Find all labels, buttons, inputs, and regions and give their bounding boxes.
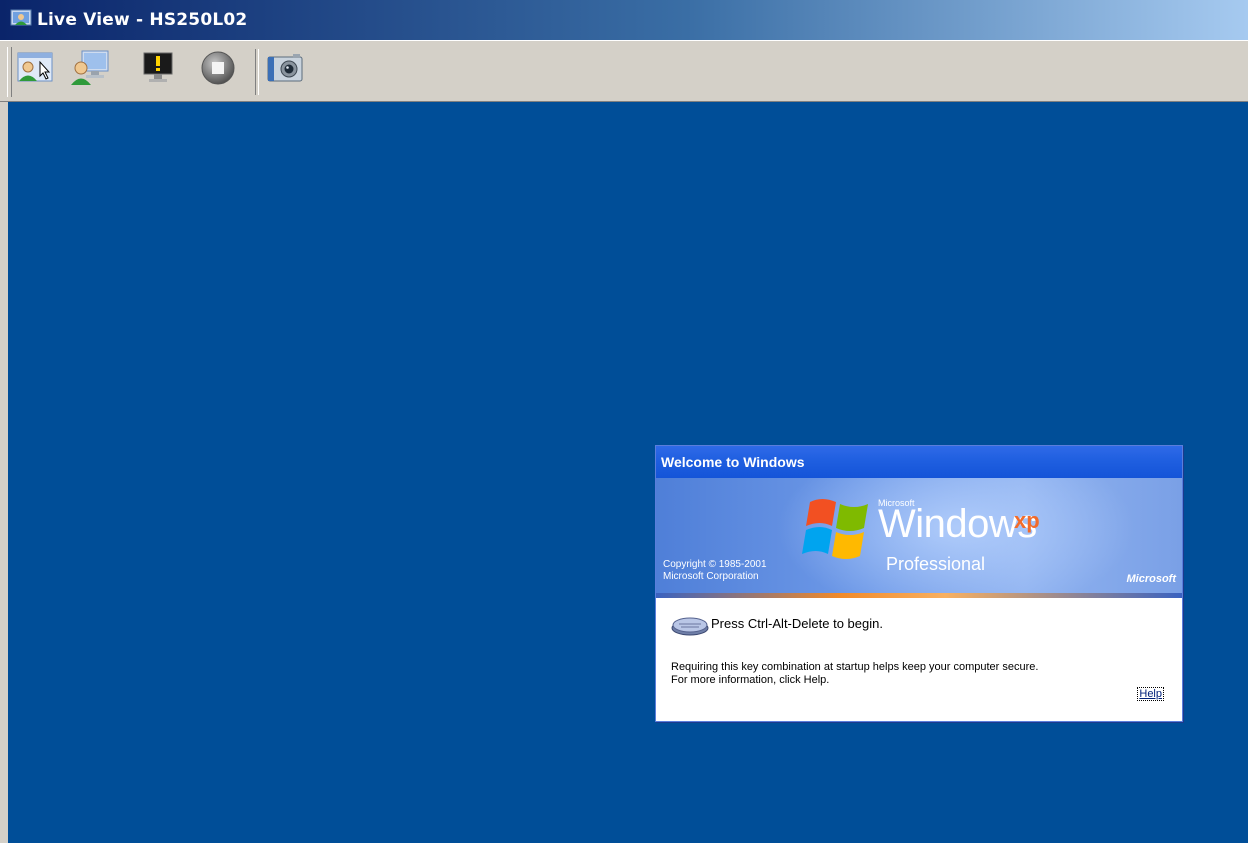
- xp-wordmark: xp: [1014, 508, 1040, 533]
- welcome-dialog: Welcome to Windows Microsoft Windows xp …: [655, 445, 1183, 722]
- windows-wordmark: Windows: [878, 502, 1037, 546]
- snapshot-button[interactable]: [265, 50, 305, 90]
- ctrl-alt-delete-prompt: Press Ctrl-Alt-Delete to begin.: [711, 616, 883, 631]
- edition-text: Professional: [886, 554, 986, 574]
- camera-icon: [265, 51, 305, 89]
- window-title: Live View - HS250L02: [37, 10, 248, 30]
- copyright-line-2: Microsoft Corporation: [663, 571, 759, 582]
- toolbar: [0, 40, 1248, 102]
- windows-xp-banner: Microsoft Windows xp Professional Copyri…: [656, 478, 1182, 598]
- view-only-button[interactable]: [70, 50, 110, 90]
- alert-monitor-button[interactable]: [138, 50, 178, 90]
- dialog-body: Press Ctrl-Alt-Delete to begin. Requirin…: [656, 598, 1182, 721]
- dialog-title: Welcome to Windows: [656, 446, 1182, 478]
- copyright-line-1: Copyright © 1985-2001: [663, 559, 767, 570]
- toolbar-separator: [255, 49, 259, 95]
- stop-button[interactable]: [198, 50, 238, 90]
- security-info-text: Requiring this key combination at startu…: [671, 661, 1039, 686]
- windows-flag-logo: [802, 496, 874, 568]
- remote-control-button[interactable]: [15, 50, 55, 90]
- stop-icon: [200, 50, 236, 90]
- help-link[interactable]: Help: [1137, 687, 1164, 701]
- window-titlebar: Live View - HS250L02: [0, 0, 1248, 40]
- live-view-app-icon: [10, 9, 32, 33]
- keyboard-icon: [671, 612, 709, 640]
- monitor-warning-icon: [140, 50, 176, 90]
- window-frame-left: [0, 102, 8, 843]
- toolbar-grip[interactable]: [7, 47, 12, 97]
- user-monitor-icon: [70, 49, 110, 91]
- user-cursor-icon: [16, 50, 54, 90]
- microsoft-brand: Microsoft: [1126, 573, 1177, 585]
- copyright-text: Copyright © 1985-2001 Microsoft Corporat…: [663, 559, 767, 583]
